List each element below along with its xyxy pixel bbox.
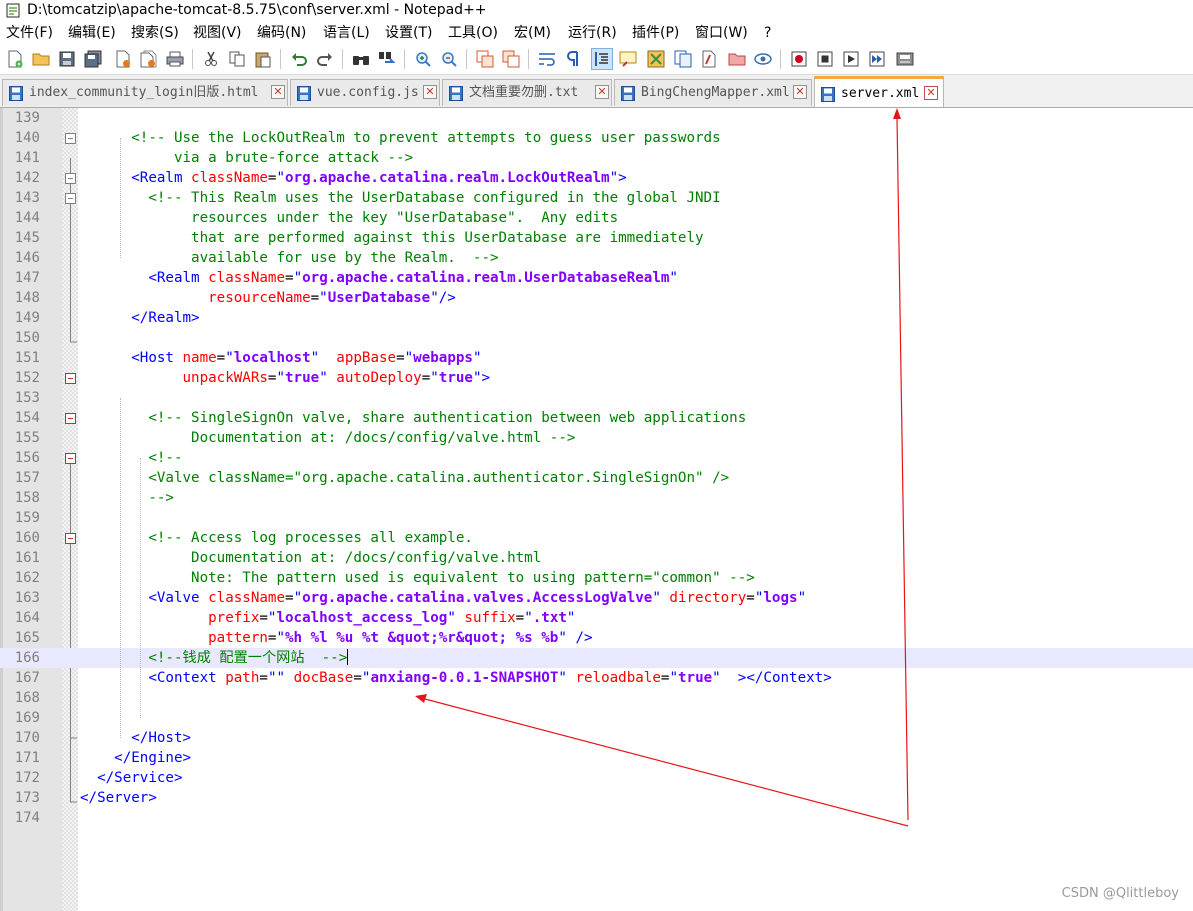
tab-label: BingChengMapper.xml [641, 85, 790, 100]
menu-help[interactable]: ? [764, 24, 771, 42]
menu-settings[interactable]: 设置(T) [385, 24, 432, 42]
folder-workspace-icon[interactable] [726, 48, 748, 70]
doc-map-icon[interactable] [645, 48, 667, 70]
print-icon[interactable] [164, 48, 186, 70]
menu-edit[interactable]: 编辑(E) [68, 24, 116, 42]
tab-close-icon[interactable]: ✕ [793, 85, 807, 99]
menu-window[interactable]: 窗口(W) [695, 24, 748, 42]
user-language-icon[interactable] [617, 48, 639, 70]
doc-list-icon[interactable] [698, 48, 720, 70]
copy-icon[interactable] [226, 48, 248, 70]
tab-vue-config-js[interactable]: vue.config.js ✕ [290, 79, 440, 106]
tab-close-icon[interactable]: ✕ [595, 85, 609, 99]
fold-toggle-icon[interactable] [65, 533, 76, 544]
find-icon[interactable] [350, 48, 372, 70]
toolbar-separator [404, 49, 405, 69]
zoom-in-icon[interactable] [412, 48, 434, 70]
tab-bingchengmapper-xml[interactable]: BingChengMapper.xml ✕ [614, 79, 812, 106]
tab-server-xml[interactable]: server.xml ✕ [814, 76, 944, 107]
annotation-line [896, 117, 909, 821]
undo-icon[interactable] [288, 48, 310, 70]
cut-icon[interactable] [200, 48, 222, 70]
tab-label: 文档重要勿删.txt [469, 85, 579, 100]
toolbar-separator [466, 49, 467, 69]
fold-toggle-icon[interactable] [65, 133, 76, 144]
indent-guide [120, 398, 121, 738]
run-multiple-macro-icon[interactable] [866, 48, 888, 70]
record-macro-icon[interactable] [788, 48, 810, 70]
menu-plugins[interactable]: 插件(P) [632, 24, 679, 42]
tab-close-icon[interactable]: ✕ [271, 85, 285, 99]
toolbar-separator [342, 49, 343, 69]
notepadpp-app-icon [6, 3, 20, 18]
menu-language[interactable]: 语言(L) [323, 24, 370, 42]
menu-run[interactable]: 运行(R) [568, 24, 617, 42]
tab-doc-important-txt[interactable]: 文档重要勿删.txt ✕ [442, 79, 612, 106]
show-all-chars-icon[interactable] [562, 48, 584, 70]
window-title: D:\tomcatzip\apache-tomcat-8.5.75\conf\s… [27, 2, 487, 18]
fold-toggle-icon[interactable] [65, 173, 76, 184]
menu-search[interactable]: 搜索(S) [131, 24, 179, 42]
fold-toggle-icon[interactable] [65, 453, 76, 464]
tab-label: server.xml [841, 86, 920, 101]
menu-tools[interactable]: 工具(O) [448, 24, 498, 42]
toolbar-separator [192, 49, 193, 69]
save-macro-icon[interactable] [894, 48, 916, 70]
tab-close-icon[interactable]: ✕ [924, 86, 938, 100]
sync-horizontal-icon[interactable] [500, 48, 522, 70]
save-state-icon [9, 86, 23, 101]
tab-bar: index_community_login旧版.html ✕ vue.confi… [0, 75, 1193, 108]
watermark: CSDN @Qlittleboy [1061, 886, 1179, 901]
annotation-arrow-to-docbase [415, 694, 909, 827]
open-folder-icon[interactable] [30, 48, 52, 70]
annotation-arrow-to-tab [893, 108, 909, 821]
fold-toggle-icon[interactable] [65, 413, 76, 424]
toolbar-separator [280, 49, 281, 69]
close-all-icon[interactable] [138, 48, 160, 70]
save-all-icon[interactable] [82, 48, 104, 70]
title-bar: D:\tomcatzip\apache-tomcat-8.5.75\conf\s… [0, 0, 1193, 22]
save-state-icon [621, 86, 635, 101]
new-file-icon[interactable] [4, 48, 26, 70]
monitoring-icon[interactable] [752, 48, 774, 70]
redo-icon[interactable] [314, 48, 336, 70]
save-state-icon [449, 86, 463, 101]
save-state-icon [297, 86, 311, 101]
word-wrap-icon[interactable] [536, 48, 558, 70]
tab-close-icon[interactable]: ✕ [423, 85, 437, 99]
tab-index-community-login[interactable]: index_community_login旧版.html ✕ [2, 79, 288, 106]
menu-file[interactable]: 文件(F) [6, 24, 53, 42]
fold-toggle-icon[interactable] [65, 373, 76, 384]
save-state-icon [821, 87, 835, 102]
paste-icon[interactable] [252, 48, 274, 70]
play-macro-icon[interactable] [840, 48, 862, 70]
toolbar-separator [528, 49, 529, 69]
toolbar-separator [780, 49, 781, 69]
indent-guide [120, 138, 121, 258]
menu-encoding[interactable]: 编码(N) [257, 24, 306, 42]
stop-record-icon[interactable] [814, 48, 836, 70]
annotation-overlay [415, 108, 909, 827]
menu-bar: 文件(F) 编辑(E) 搜索(S) 视图(V) 编码(N) 语言(L) 设置(T… [0, 22, 1193, 44]
editor[interactable]: 139 140 <!-- Use the LockOutRealm to prev… [0, 108, 1193, 911]
menu-view[interactable]: 视图(V) [193, 24, 242, 42]
close-icon[interactable] [112, 48, 134, 70]
indent-guide-icon[interactable] [591, 48, 613, 70]
replace-icon[interactable] [376, 48, 398, 70]
function-list-icon[interactable] [672, 48, 694, 70]
indent-guide [140, 458, 141, 718]
sync-vertical-icon[interactable] [474, 48, 496, 70]
save-icon[interactable] [56, 48, 78, 70]
menu-macro[interactable]: 宏(M) [514, 24, 551, 42]
zoom-out-icon[interactable] [438, 48, 460, 70]
tab-label: index_community_login旧版.html [29, 85, 259, 100]
annotation-line [424, 698, 909, 827]
annotation-arrowhead [415, 694, 427, 703]
tab-label: vue.config.js [317, 85, 419, 100]
annotation-arrowhead [893, 108, 901, 119]
toolbar [0, 44, 1193, 75]
fold-toggle-icon[interactable] [65, 193, 76, 204]
